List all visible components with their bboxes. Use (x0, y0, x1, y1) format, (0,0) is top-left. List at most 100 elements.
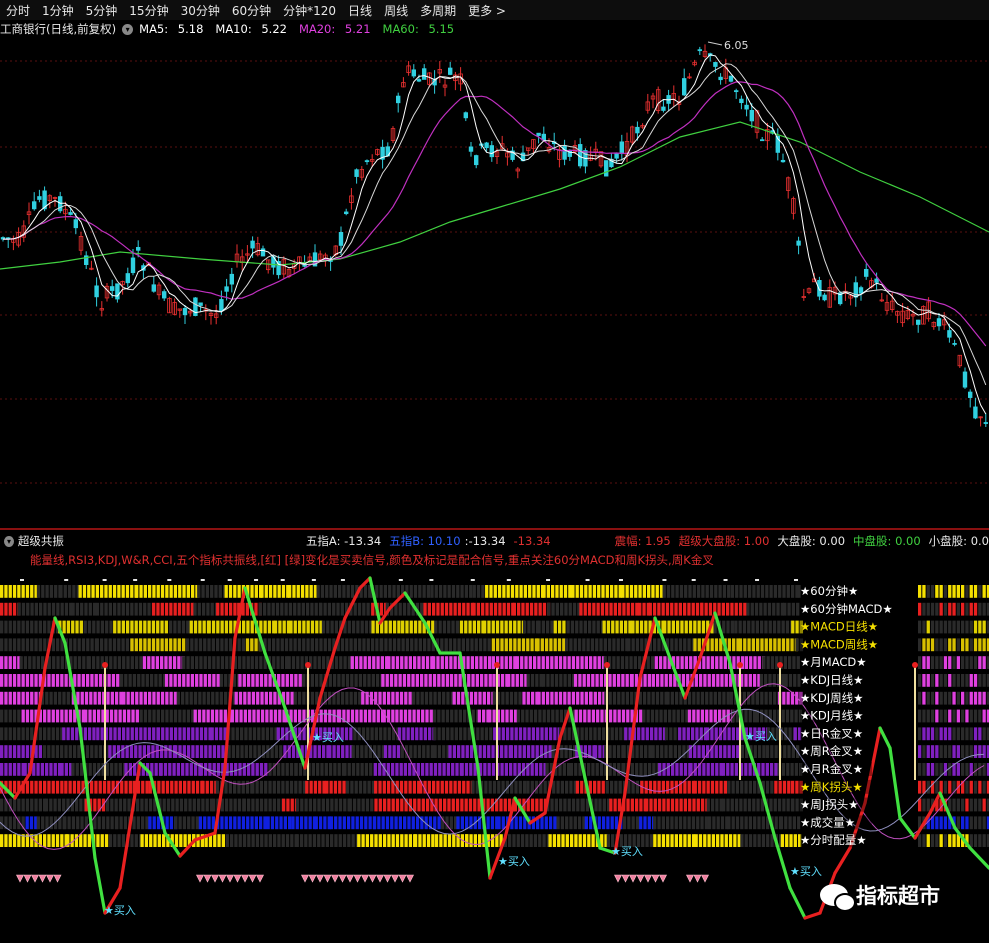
watermark: 指标超市 (820, 880, 940, 912)
candle (489, 145, 494, 158)
candle (682, 78, 687, 96)
period-tab-5[interactable]: 60分钟 (226, 2, 277, 19)
resonance-line-segment (318, 646, 337, 700)
big-cap-label: 超级大盘股: (678, 534, 741, 548)
period-tab-10[interactable]: 更多 > (462, 2, 512, 19)
diamond-signal-group (16, 874, 62, 883)
wz-b-value3: -13.34 (513, 534, 551, 548)
resonance-line-segment (368, 576, 382, 625)
row-label-14: ★分时配量★ (800, 833, 867, 847)
collapse-icon[interactable]: ▾ (4, 535, 14, 547)
amp-label: 震幅: (614, 534, 642, 548)
candle (562, 145, 567, 160)
candle (968, 391, 973, 398)
row-label-10: ★月R金叉★ (800, 762, 863, 776)
candle (161, 291, 167, 299)
candle (416, 79, 422, 82)
diamond-signal-group (301, 874, 414, 883)
amp-value: 1.95 (645, 534, 671, 548)
indicator-description: 能量线,RSI3,KDJ,W&R,CCI,五个指标共振线,[红] [绿]变化是买… (30, 553, 714, 567)
candle (94, 285, 99, 298)
stock-title[interactable]: 工商银行(日线,前复权) (0, 21, 116, 37)
candle (68, 212, 73, 215)
row-label-9: ★周R金叉★ (800, 744, 863, 758)
candle (110, 286, 115, 291)
row-label-13: ★成交量★ (800, 815, 855, 829)
candle (364, 160, 370, 163)
candle (484, 142, 489, 149)
dropdown-icon[interactable]: ▾ (122, 23, 134, 35)
candle (536, 132, 541, 136)
indicator-header: ▾ 超级共振 五指A: -13.34 五指B: 10.10 :-13.34 -1… (0, 532, 989, 550)
candle (619, 141, 624, 155)
large-label: 大盘股: (777, 534, 816, 548)
ma20-value: 5.21 (344, 22, 371, 36)
candle (604, 160, 609, 177)
candle (780, 159, 786, 163)
candle (947, 330, 952, 338)
price-header: 工商银行(日线,前复权) ▾ MA5: 5.18 MA10: 5.22 MA20… (0, 21, 989, 37)
row-label-2: ★MACD日线★ (800, 620, 878, 634)
candle (468, 146, 474, 152)
candlestick-chart[interactable]: 6.05 (0, 37, 989, 527)
period-tab-7[interactable]: 日线 (342, 2, 378, 19)
high-mark-label: 6.05 (724, 39, 749, 52)
buy-signal-label: ★买入 (312, 731, 344, 744)
ma5-line (3, 54, 987, 415)
candle (744, 104, 749, 110)
candle (338, 232, 344, 246)
period-tab-1[interactable]: 1分钟 (36, 2, 80, 19)
small-value: 0.0 (970, 534, 989, 548)
diamond-signal-group (614, 874, 667, 883)
candle (130, 257, 136, 274)
watermark-text: 指标超市 (856, 884, 940, 908)
resonance-line-segment (698, 611, 717, 660)
period-tab-8[interactable]: 周线 (378, 2, 414, 19)
candle (219, 299, 224, 312)
candle (739, 98, 744, 104)
period-tab-3[interactable]: 15分钟 (123, 2, 174, 19)
buy-signal-label: ★买入 (790, 865, 822, 878)
buy-signal-label: ★买入 (745, 730, 777, 743)
panel-divider[interactable] (0, 528, 989, 530)
row-label-8: ★日R金叉★ (800, 726, 863, 740)
candle (395, 95, 401, 104)
wz-b-value: 10.10 (427, 534, 461, 548)
candle (936, 318, 942, 327)
resonance-line-segment (833, 846, 852, 875)
ma20-line (3, 81, 987, 347)
period-tab-4[interactable]: 30分钟 (175, 2, 226, 19)
candle (151, 284, 156, 292)
ma60-value: 5.15 (428, 22, 455, 36)
candle (135, 247, 141, 251)
candle (125, 273, 130, 284)
candle (760, 139, 765, 142)
row-label-1: ★60分钟MACD★ (800, 602, 893, 616)
candle (473, 155, 479, 166)
row-label-12: ★周J拐头★ (800, 798, 859, 812)
large-value: 0.00 (819, 534, 846, 548)
row-label-3: ★MACD周线★ (800, 637, 878, 651)
row-label-11: ★周K拐头★ (800, 780, 863, 794)
period-tab-0[interactable]: 分时 (0, 2, 36, 19)
candle (713, 62, 718, 67)
candle (952, 343, 957, 345)
period-tab-2[interactable]: 5分钟 (80, 2, 124, 19)
candle (115, 283, 120, 300)
candle (73, 219, 78, 229)
buy-signal-label: ★买入 (611, 845, 643, 858)
buy-signal-label: ★买入 (498, 855, 530, 868)
candle (874, 278, 879, 283)
candle (250, 240, 255, 249)
ma60-label: MA60: (382, 22, 419, 36)
indicator-name[interactable]: 超级共振 (18, 533, 306, 549)
period-tab-6[interactable]: 分钟*120 (277, 2, 342, 19)
wz-b-label: 五指B: (389, 534, 424, 548)
candle (916, 319, 921, 325)
big-cap-value: 1.00 (743, 534, 770, 548)
period-tab-9[interactable]: 多周期 (414, 2, 462, 19)
candle (864, 268, 869, 277)
wz-a-value: -13.34 (344, 534, 382, 548)
ma20-label: MA20: (298, 22, 336, 36)
candle (343, 211, 349, 215)
